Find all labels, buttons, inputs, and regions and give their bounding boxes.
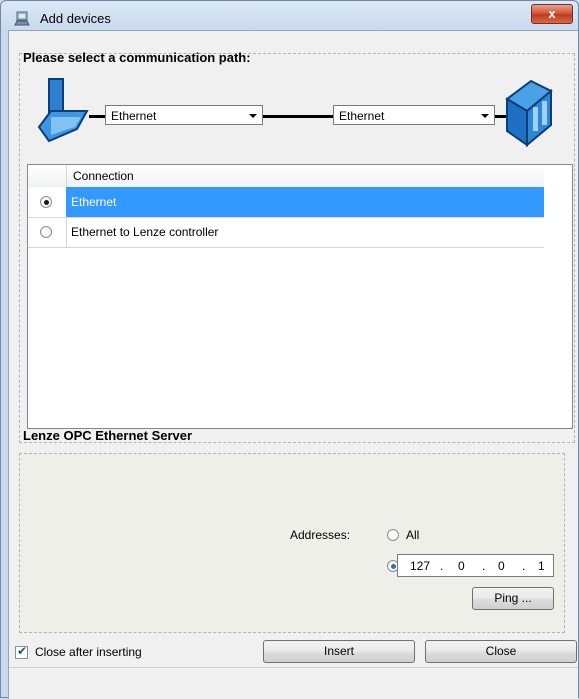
- selection-cell: [28, 187, 67, 217]
- selection-column-header[interactable]: [28, 165, 67, 187]
- left-path-value: Ethernet: [111, 109, 157, 123]
- connection-radio-lenze-controller[interactable]: [40, 226, 52, 238]
- ip-address-input[interactable]: 127 . 0 . 0 . 1: [397, 554, 554, 577]
- window-title: Add devices: [40, 11, 111, 26]
- server-heading: Lenze OPC Ethernet Server: [23, 428, 193, 443]
- connection-label: Ethernet: [71, 195, 117, 209]
- pc-icon: [37, 78, 89, 143]
- right-path-select[interactable]: Ethernet: [333, 105, 495, 125]
- ip-octet-4[interactable]: 1: [538, 559, 545, 573]
- close-after-inserting-label[interactable]: Close after inserting: [35, 645, 142, 659]
- ip-octet-1[interactable]: 127: [410, 559, 430, 573]
- ping-button[interactable]: Ping ...: [472, 587, 554, 610]
- ip-octet-2[interactable]: 0: [458, 559, 465, 573]
- connection-list-header: Connection: [28, 165, 544, 188]
- footer-divider: [9, 667, 578, 668]
- addresses-all-label[interactable]: All: [406, 528, 419, 542]
- connection-row-lenze-controller[interactable]: Ethernet to Lenze controller: [28, 217, 544, 248]
- dialog-body: Please select a communication path: Ethe…: [8, 30, 578, 699]
- ip-octet-3[interactable]: 0: [498, 559, 505, 573]
- chevron-down-icon: [249, 114, 257, 118]
- close-button[interactable]: Close: [425, 640, 577, 663]
- addresses-all-radio[interactable]: [387, 529, 399, 541]
- left-path-select[interactable]: Ethernet: [105, 105, 263, 125]
- middle-link-line: [263, 115, 335, 118]
- connection-row-ethernet[interactable]: Ethernet: [28, 187, 544, 218]
- connection-label: Ethernet to Lenze controller: [71, 225, 219, 239]
- insert-button[interactable]: Insert: [263, 640, 415, 663]
- right-path-value: Ethernet: [339, 109, 385, 123]
- ip-dot: .: [522, 559, 526, 573]
- window-close-button[interactable]: x: [531, 4, 573, 24]
- close-icon: x: [548, 6, 556, 21]
- connection-radio-ethernet[interactable]: [40, 196, 52, 208]
- ip-dot: .: [482, 559, 486, 573]
- selection-cell: [28, 217, 67, 247]
- devices-icon: [14, 11, 30, 26]
- controller-icon: [505, 79, 553, 148]
- chevron-down-icon: [481, 114, 489, 118]
- ip-dot: .: [440, 559, 444, 573]
- connection-column-header[interactable]: Connection: [73, 169, 134, 183]
- connection-list[interactable]: Connection Ethernet Ethernet to Lenze co…: [27, 164, 573, 429]
- close-after-inserting-checkbox[interactable]: [15, 644, 28, 659]
- path-heading: Please select a communication path:: [23, 50, 251, 65]
- addresses-label: Addresses:: [290, 528, 351, 542]
